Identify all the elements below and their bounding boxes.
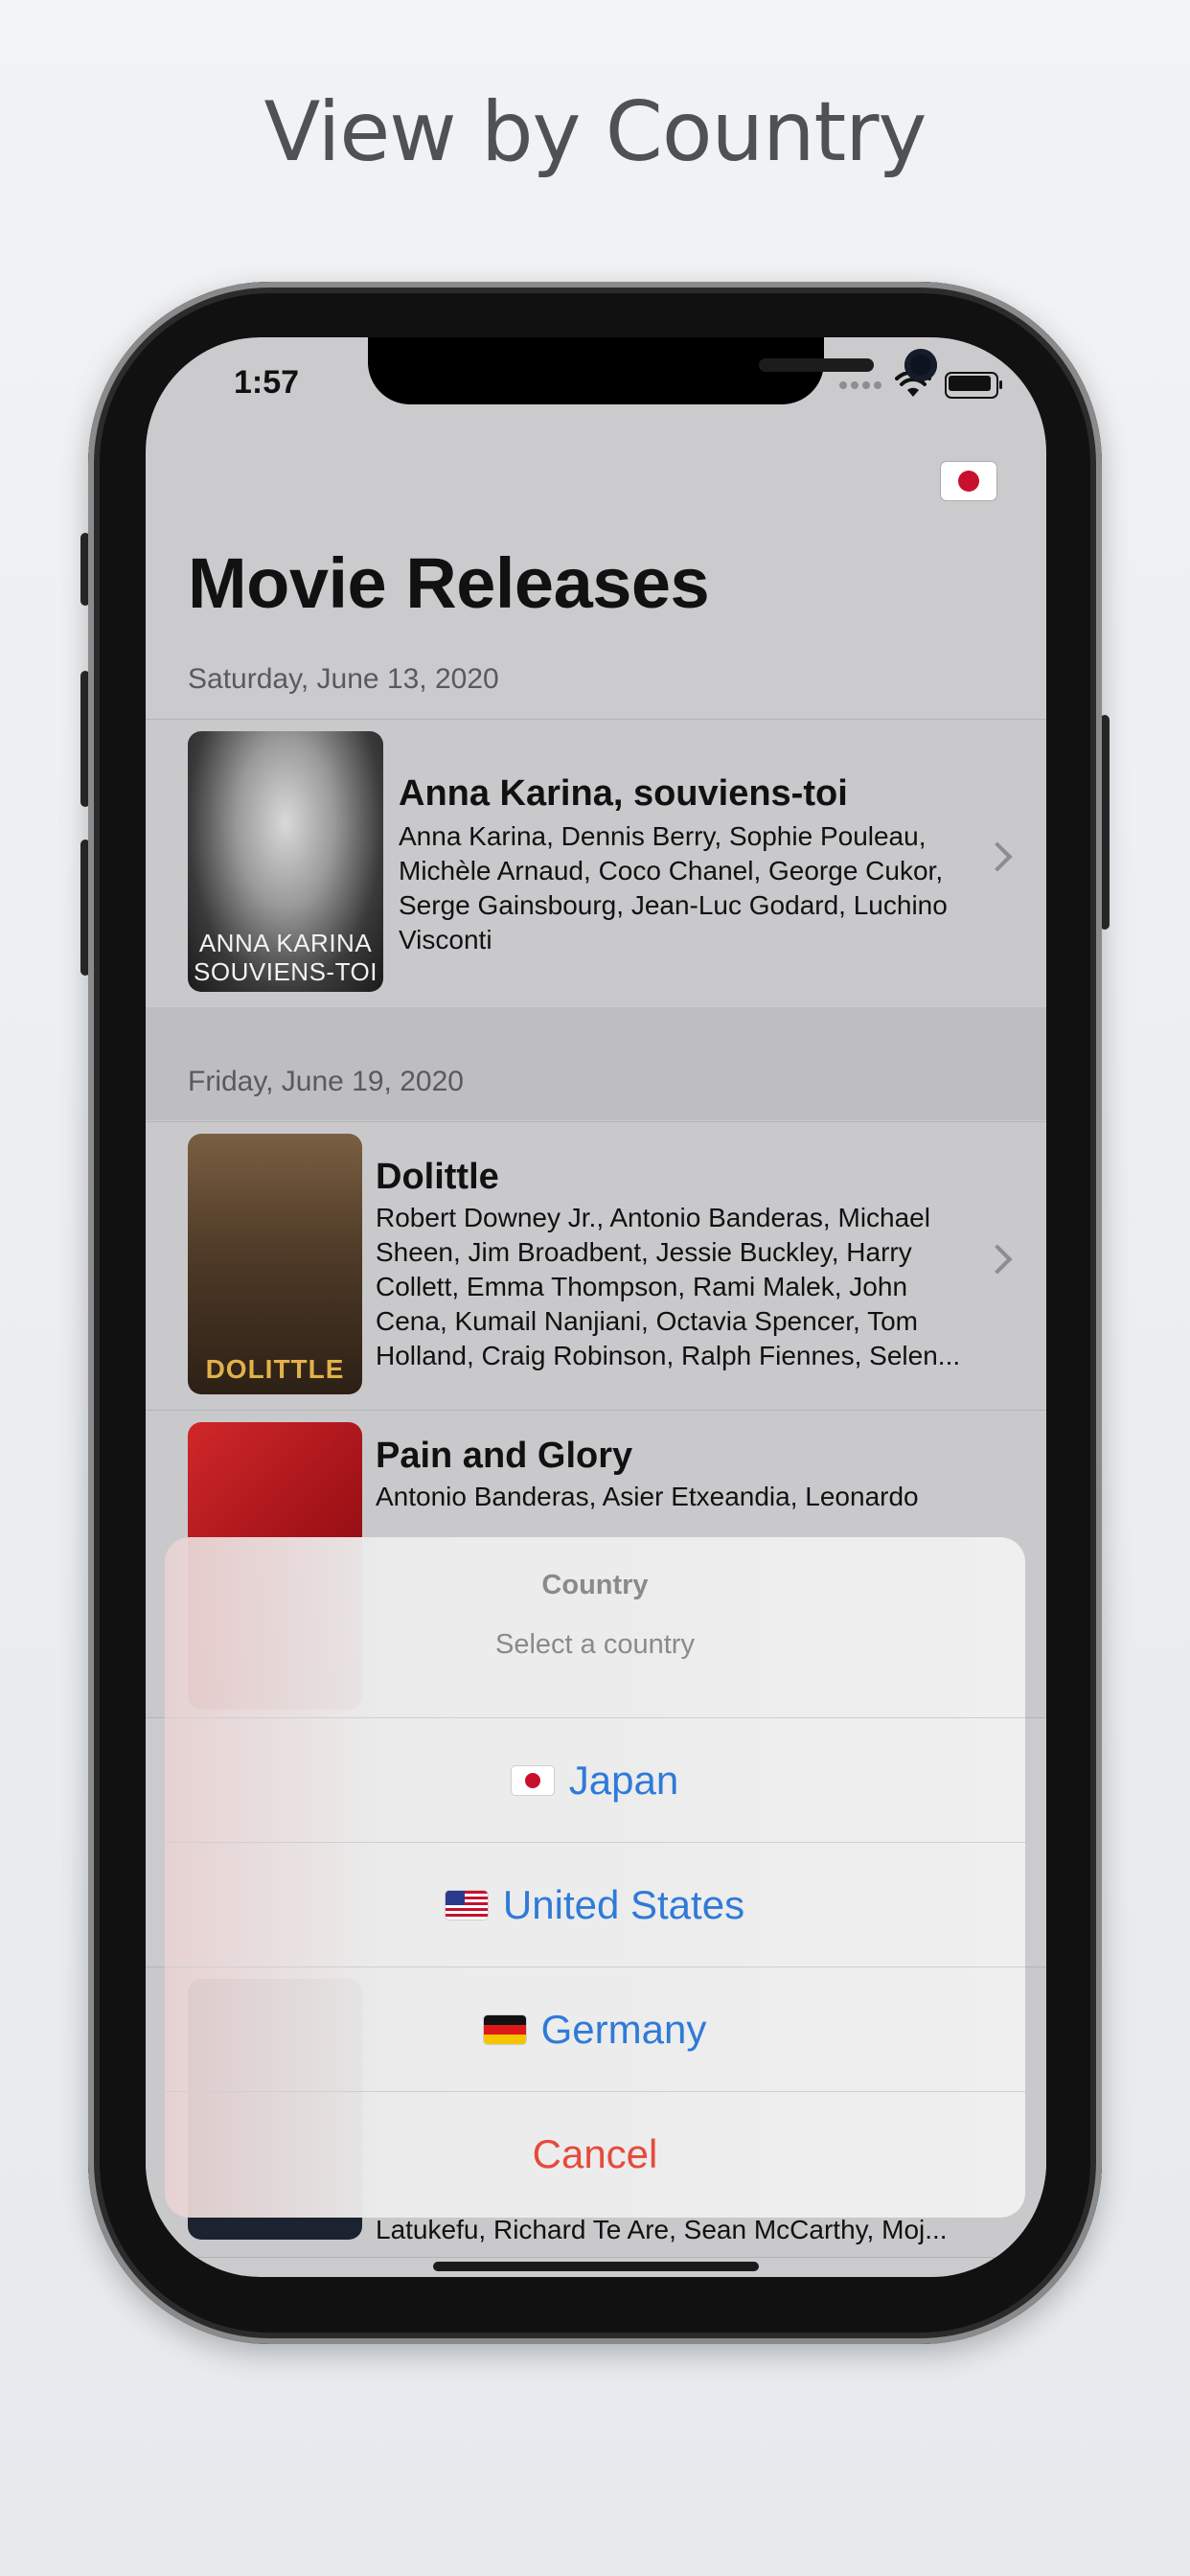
option-united-states[interactable]: United States (165, 1842, 1025, 1967)
option-label: Japan (568, 1758, 679, 1803)
speaker-grille (759, 358, 874, 372)
page-title: Movie Releases (188, 543, 710, 623)
cancel-label: Cancel (532, 2131, 658, 2176)
cast-line: Antonio Banderas, Asier Etxeandia, Leona… (376, 1482, 919, 1511)
movie-poster: ANNA KARINA SOUVIENS-TOI (188, 731, 383, 992)
japan-flag-icon (511, 1766, 554, 1795)
front-camera (904, 349, 937, 381)
action-sheet-title: Country (541, 1570, 649, 1600)
cast-line: Michèle Arnaud, Coco Chanel, George Cuko… (399, 856, 944, 886)
country-action-sheet: Country Select a country Japan United St… (165, 1537, 1025, 2218)
cast-line: Sheen, Jim Broadbent, Jessie Buckley, Ha… (376, 1237, 912, 1267)
cast-line: Holland, Craig Robinson, Ralph Fiennes, … (376, 1341, 961, 1370)
movie-poster: DOLITTLE (188, 1134, 362, 1394)
movie-title: Anna Karina, souviens-toi (399, 773, 848, 814)
phone-screen: 1:57 Movie Releases Saturday, June 13, 2… (146, 337, 1046, 2277)
option-label: Germany (540, 2007, 707, 2052)
section-band (146, 1007, 1046, 1120)
cast-line: Robert Downey Jr., Antonio Banderas, Mic… (376, 1203, 930, 1232)
option-germany[interactable]: Germany (165, 1966, 1025, 2092)
movie-cast: Robert Downey Jr., Antonio Banderas, Mic… (376, 1201, 989, 1373)
us-flag-icon (445, 1891, 488, 1920)
movie-title: Pain and Glory (376, 1436, 633, 1476)
germany-flag-icon (483, 2015, 526, 2044)
cast-line: Visconti (399, 925, 492, 954)
movie-row[interactable]: DOLITTLE Dolittle Robert Downey Jr., Ant… (146, 1121, 1046, 1411)
movie-cast: Antonio Banderas, Asier Etxeandia, Leona… (376, 1480, 989, 1514)
section-header-date: Saturday, June 13, 2020 (188, 663, 499, 695)
home-indicator[interactable] (433, 2262, 759, 2271)
option-japan[interactable]: Japan (165, 1717, 1025, 1843)
japan-flag-icon[interactable] (941, 462, 996, 500)
page-headline: View by Country (263, 84, 927, 180)
poster-text: ANNA KARINA (198, 929, 373, 957)
action-sheet-message: Select a country (495, 1629, 695, 1660)
battery-icon (945, 372, 1002, 399)
cast-line: Serge Gainsbourg, Jean-Luc Godard, Luchi… (399, 890, 948, 920)
section-header-date: Friday, June 19, 2020 (188, 1066, 464, 1097)
cast-line: Collett, Emma Thompson, Rami Malek, John (376, 1272, 908, 1301)
notch (368, 337, 937, 404)
movie-row[interactable]: ANNA KARINA SOUVIENS-TOI Anna Karina, so… (146, 719, 1046, 1008)
status-time: 1:57 (234, 364, 300, 401)
cast-line: Latukefu, Richard Te Are, Sean McCarthy,… (376, 2215, 948, 2244)
poster-text: DOLITTLE (205, 1354, 345, 1384)
option-label: United States (502, 1882, 745, 1927)
movie-cast: Latukefu, Richard Te Are, Sean McCarthy,… (376, 2213, 989, 2247)
cellular-signal-icon (839, 381, 881, 389)
movie-cast: Anna Karina, Dennis Berry, Sophie Poulea… (399, 819, 993, 957)
movie-title: Dolittle (376, 1157, 499, 1197)
cancel-button[interactable]: Cancel (165, 2091, 1025, 2217)
cast-line: Cena, Kumail Nanjiani, Octavia Spencer, … (376, 1306, 918, 1336)
poster-text: SOUVIENS-TOI (194, 957, 378, 986)
cast-line: Anna Karina, Dennis Berry, Sophie Poulea… (399, 821, 927, 851)
